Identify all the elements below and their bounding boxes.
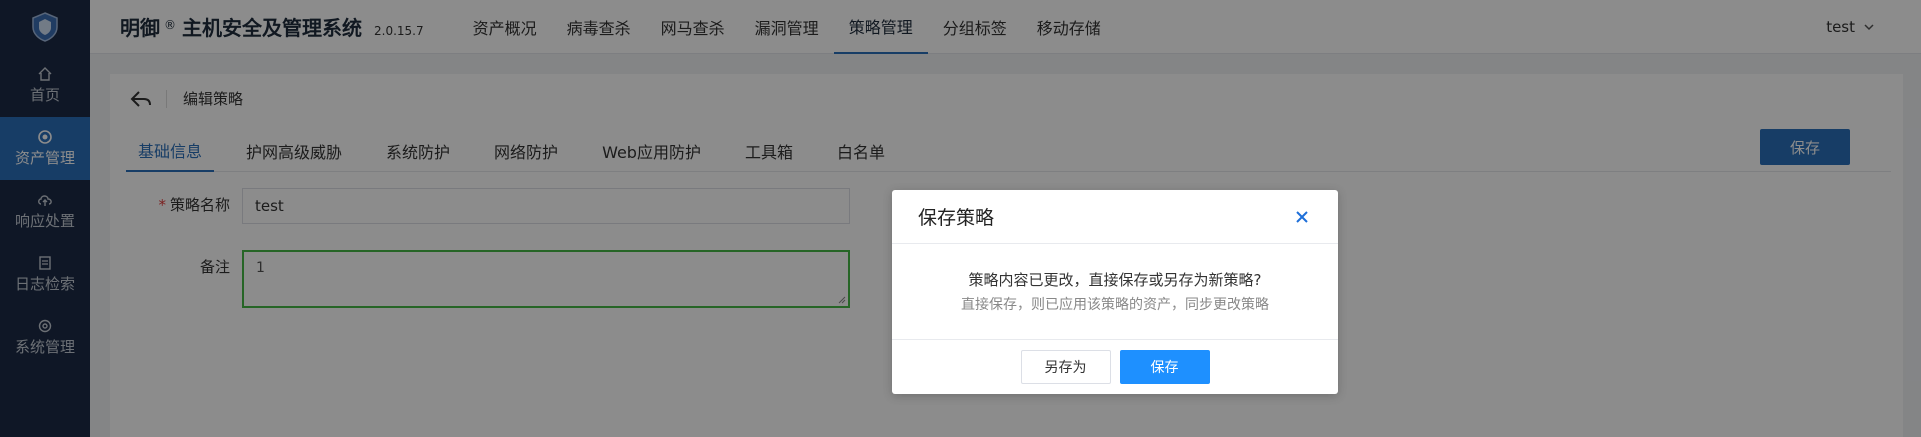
dialog-title: 保存策略	[918, 207, 995, 229]
dialog-save-button[interactable]: 保存	[1119, 350, 1210, 384]
dialog-hint: 直接保存，则已应用该策略的资产，同步更改策略	[961, 297, 1269, 313]
close-icon	[1296, 210, 1308, 223]
save-as-button[interactable]: 另存为	[1020, 350, 1111, 384]
close-button[interactable]	[1292, 207, 1312, 227]
dialog-header: 保存策略	[892, 190, 1338, 244]
dialog-body: 策略内容已更改，直接保存或另存为新策略? 直接保存，则已应用该策略的资产，同步更…	[892, 244, 1338, 340]
dialog-message: 策略内容已更改，直接保存或另存为新策略?	[968, 271, 1262, 289]
save-policy-dialog: 保存策略 策略内容已更改，直接保存或另存为新策略? 直接保存，则已应用该策略的资…	[892, 190, 1338, 394]
dialog-footer: 另存为 保存	[892, 340, 1338, 394]
